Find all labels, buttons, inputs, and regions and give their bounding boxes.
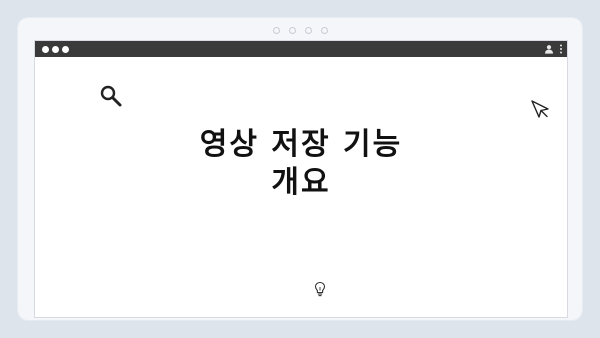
page-title: 영상 저장 기능 개요 xyxy=(95,126,507,202)
window-titlebar xyxy=(35,41,567,57)
frame-dot xyxy=(272,27,280,34)
lightbulb-icon xyxy=(314,281,326,297)
window-controls xyxy=(42,46,69,53)
search-icon xyxy=(100,85,122,107)
frame-dot xyxy=(320,27,328,34)
page-title-line-2: 개요 xyxy=(271,165,331,200)
window-control-dot[interactable] xyxy=(52,46,59,53)
frame-dot xyxy=(288,27,296,34)
page-title-line-1: 영상 저장 기능 xyxy=(199,127,403,162)
window-control-dot[interactable] xyxy=(62,46,69,53)
profile-icon[interactable] xyxy=(544,44,554,54)
window-control-dot[interactable] xyxy=(42,46,49,53)
frame-dot xyxy=(304,27,312,34)
frame-dots xyxy=(18,27,582,34)
browser-window: 영상 저장 기능 개요 xyxy=(34,40,568,318)
kebab-menu-icon[interactable] xyxy=(559,44,563,54)
outer-frame: 영상 저장 기능 개요 xyxy=(18,18,582,320)
cursor-icon xyxy=(531,100,549,118)
